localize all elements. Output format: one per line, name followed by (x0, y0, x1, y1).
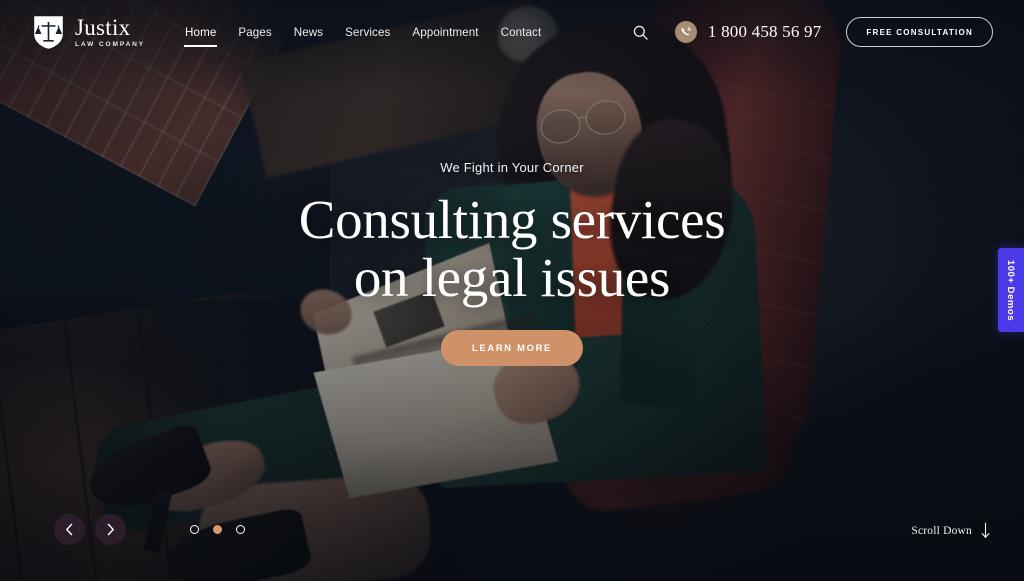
phone-icon-circle (674, 21, 697, 43)
hero-title-line-2: on legal issues (353, 246, 671, 308)
hero-eyebrow: We Fight in Your Corner (440, 160, 584, 175)
hero-title-line-1: Consulting services (298, 189, 726, 250)
chevron-left-icon (66, 523, 73, 536)
page-root: Justix LAW COMPANY Home Pages News Servi… (0, 0, 1024, 581)
demos-tab-label: 100+ Demos (1005, 259, 1017, 321)
slider-dot-3[interactable] (236, 525, 245, 534)
phone-contact[interactable]: 1 800 458 56 97 (674, 21, 822, 43)
header-actions: 1 800 458 56 97 FREE CONSULTATION (629, 17, 993, 47)
learn-more-button[interactable]: LEARN MORE (440, 329, 584, 366)
search-icon (634, 25, 649, 40)
slider-next-button[interactable] (95, 514, 126, 545)
nav-item-contact[interactable]: Contact (500, 22, 543, 43)
nav-item-news[interactable]: News (293, 22, 324, 43)
nav-item-home[interactable]: Home (184, 22, 218, 47)
main-navigation: Home Pages News Services Appointment Con… (184, 22, 543, 47)
nav-item-pages[interactable]: Pages (237, 22, 272, 43)
slider-dot-1[interactable] (190, 525, 199, 534)
slider-controls (54, 514, 245, 545)
brand-tagline: LAW COMPANY (75, 41, 146, 49)
nav-item-services[interactable]: Services (344, 22, 391, 43)
scroll-down-label: Scroll Down (911, 524, 972, 537)
slider-dots (190, 525, 245, 534)
brand-logo[interactable]: Justix LAW COMPANY (33, 15, 145, 50)
free-consultation-button[interactable]: FREE CONSULTATION (846, 17, 993, 47)
hero-section: We Fight in Your Corner Consulting servi… (0, 160, 1024, 366)
scales-of-justice-shield-icon (34, 15, 63, 49)
nav-item-appointment[interactable]: Appointment (411, 22, 479, 43)
brand-name: Justix (75, 14, 131, 40)
demos-tab-button[interactable]: 100+ Demos (998, 248, 1024, 332)
hero-title: Consulting services on legal issues (299, 191, 726, 307)
arrow-down-icon (981, 522, 990, 538)
site-header: Justix LAW COMPANY Home Pages News Servi… (0, 0, 1024, 64)
scroll-down-hint[interactable]: Scroll Down (911, 522, 990, 539)
chevron-right-icon (107, 523, 114, 536)
slider-prev-button[interactable] (54, 514, 85, 545)
search-button[interactable] (629, 20, 653, 44)
brand-logo-text: Justix LAW COMPANY (75, 14, 146, 49)
phone-call-icon (681, 27, 691, 36)
phone-number: 1 800 458 56 97 (707, 22, 822, 41)
slider-dot-2[interactable] (213, 525, 222, 534)
